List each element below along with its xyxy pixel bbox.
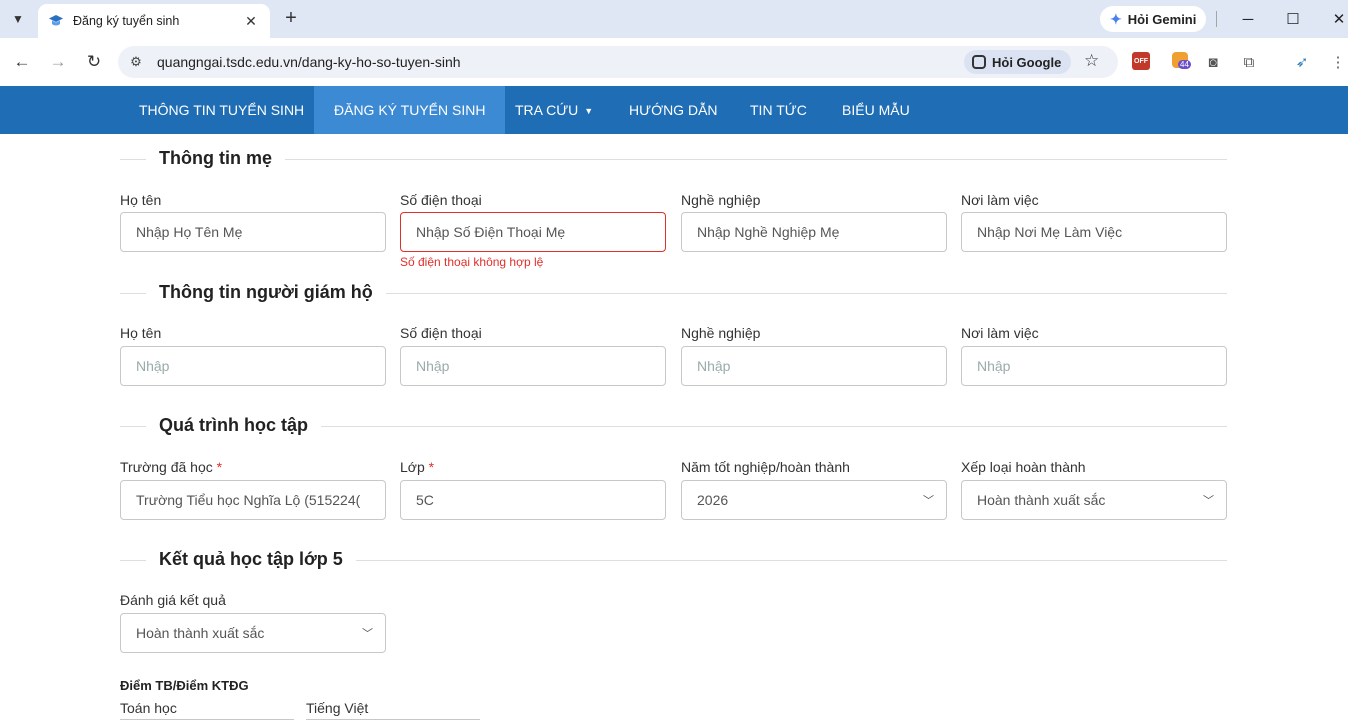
guardian-work-label: Nơi làm việc <box>961 325 1039 341</box>
tab-search-chevron-icon[interactable]: ▼ <box>6 7 30 31</box>
nav-huong-dan[interactable]: HƯỚNG DẪN <box>609 86 738 134</box>
site-settings-icon[interactable]: ⚙ <box>128 54 144 70</box>
mother-name-input[interactable]: Nhập Họ Tên Mẹ <box>120 212 386 252</box>
eval-select[interactable]: Hoàn thành xuất sắc ﹀ <box>120 613 386 653</box>
nav-thong-tin-tuyen-sinh[interactable]: THÔNG TIN TUYỂN SINH <box>119 86 324 134</box>
eval-value: Hoàn thành xuất sắc <box>136 625 265 641</box>
mother-job-label: Nghề nghiệp <box>681 192 761 208</box>
gemini-sparkle-icon: ✦ <box>1110 10 1122 27</box>
section-results-title: Kết quả học tập lớp 5 <box>146 549 356 570</box>
nav-tin-tuc[interactable]: TIN TỨC <box>730 86 827 134</box>
chevron-down-icon: ▼ <box>584 106 594 116</box>
required-mark: * <box>216 459 223 475</box>
browser-menu-icon[interactable]: ⋮ <box>1328 52 1348 72</box>
section-study-title: Quá trình học tập <box>146 415 322 436</box>
section-results: Kết quả học tập lớp 5 <box>120 549 1227 570</box>
math-input[interactable] <box>120 718 294 720</box>
extension-badge-icon[interactable]: 44 <box>1172 52 1191 69</box>
section-guardian-title: Thông tin người giám hộ <box>146 282 386 303</box>
extension-off-icon[interactable]: OFF <box>1132 52 1150 70</box>
url-text[interactable]: quangngai.tsdc.edu.vn/dang-ky-ho-so-tuye… <box>157 54 461 70</box>
ask-google-button[interactable]: Hỏi Google <box>964 50 1072 74</box>
guardian-name-input[interactable]: Nhập <box>120 346 386 386</box>
mother-name-label: Họ tên <box>120 192 162 208</box>
forward-arrow-icon[interactable]: → <box>46 50 70 74</box>
mother-work-label: Nơi làm việc <box>961 192 1039 208</box>
browser-tab[interactable]: Đăng ký tuyển sinh ✕ <box>38 4 270 38</box>
guardian-work-input[interactable]: Nhập <box>961 346 1227 386</box>
class-label-text: Lớp <box>400 459 425 475</box>
math-label: Toán học <box>120 700 177 716</box>
grad-year-select[interactable]: 2026 ﹀ <box>681 480 947 520</box>
class-input[interactable]: 5C <box>400 480 666 520</box>
mother-work-input[interactable]: Nhập Nơi Mẹ Làm Việc <box>961 212 1227 252</box>
minimize-icon[interactable]: ─ <box>1234 6 1262 32</box>
extensions-puzzle-icon[interactable]: ⧉ <box>1239 52 1259 72</box>
section-divider <box>120 159 1227 160</box>
new-tab-icon[interactable]: + <box>280 7 302 29</box>
nav-dang-ky-tuyen-sinh[interactable]: ĐĂNG KÝ TUYỂN SINH <box>314 86 506 134</box>
guardian-phone-label: Số điện thoại <box>400 325 482 341</box>
chevron-down-icon: ﹀ <box>923 495 934 507</box>
tab-title: Đăng ký tuyển sinh <box>73 14 180 28</box>
ask-gemini-label: Hỏi Gemini <box>1127 11 1197 27</box>
reload-icon[interactable]: ↻ <box>82 50 106 74</box>
school-input[interactable]: Trường Tiểu học Nghĩa Lộ (515224( <box>120 480 386 520</box>
grad-year-label: Năm tốt nghiệp/hoàn thành <box>681 459 850 475</box>
section-study: Quá trình học tập <box>120 415 1227 436</box>
vietnamese-input[interactable] <box>306 718 480 720</box>
address-bar[interactable]: ⚙ quangngai.tsdc.edu.vn/dang-ky-ho-so-tu… <box>118 46 1118 78</box>
ask-google-label: Hỏi Google <box>992 54 1062 70</box>
extension-badge-count: 44 <box>1178 60 1191 69</box>
maximize-icon[interactable]: ☐ <box>1279 6 1307 32</box>
vietnamese-label: Tiếng Việt <box>306 700 369 716</box>
rank-value: Hoàn thành xuất sắc <box>977 492 1106 508</box>
rank-select[interactable]: Hoàn thành xuất sắc ﹀ <box>961 480 1227 520</box>
back-arrow-icon[interactable]: ← <box>10 50 34 74</box>
nav-bieu-mau[interactable]: BIỂU MẪU <box>822 86 930 134</box>
chevron-down-icon: ﹀ <box>362 628 373 640</box>
ask-gemini-button[interactable]: ✦ Hỏi Gemini <box>1100 6 1207 32</box>
section-mother: Thông tin mẹ <box>120 148 1227 169</box>
score-heading: Điểm TB/Điểm KTĐG <box>120 678 249 693</box>
guardian-phone-input[interactable]: Nhập <box>400 346 666 386</box>
graduation-cap-icon <box>49 15 63 26</box>
chevron-down-icon: ﹀ <box>1203 495 1214 507</box>
grad-year-value: 2026 <box>697 492 729 508</box>
window-close-icon[interactable]: ✕ <box>1325 6 1348 32</box>
site-navigation: THÔNG TIN TUYỂN SINH ĐĂNG KÝ TUYỂN SINH … <box>0 86 1348 134</box>
school-label-text: Trường đã học <box>120 459 213 475</box>
rank-label: Xếp loại hoàn thành <box>961 459 1086 475</box>
mother-phone-input[interactable]: Nhập Số Điện Thoại Mẹ <box>400 212 666 252</box>
guardian-job-input[interactable]: Nhập <box>681 346 947 386</box>
section-mother-title: Thông tin mẹ <box>146 148 285 169</box>
toolbar-divider <box>1216 11 1217 27</box>
class-label: Lớp * <box>400 459 434 475</box>
mother-job-input[interactable]: Nhập Nghề Nghiệp Mẹ <box>681 212 947 252</box>
mother-phone-label: Số điện thoại <box>400 192 482 208</box>
section-guardian: Thông tin người giám hộ <box>120 282 1227 303</box>
school-label: Trường đã học * <box>120 459 222 475</box>
bookmark-star-icon[interactable]: ☆ <box>1084 51 1099 71</box>
browser-toolbar: ← → ↻ ⚙ quangngai.tsdc.edu.vn/dang-ky-ho… <box>0 38 1348 86</box>
guardian-job-label: Nghề nghiệp <box>681 325 761 341</box>
bird-extension-icon[interactable]: ➶ <box>1292 52 1312 72</box>
browser-tab-bar: ▼ Đăng ký tuyển sinh ✕ + ✦ Hỏi Gemini ─ ☐… <box>0 0 1348 38</box>
nav-tra-cuu[interactable]: TRA CỨU ▼ <box>495 86 613 134</box>
required-mark: * <box>428 459 435 475</box>
eval-label: Đánh giá kết quả <box>120 592 226 608</box>
nav-tra-cuu-label: TRA CỨU <box>515 102 579 118</box>
guardian-name-label: Họ tên <box>120 325 162 341</box>
camera-icon[interactable]: ◙ <box>1203 52 1223 72</box>
phone-error-message: Số điện thoại không hợp lệ <box>400 255 544 269</box>
google-lens-icon <box>972 55 986 69</box>
tab-close-icon[interactable]: ✕ <box>242 13 260 30</box>
